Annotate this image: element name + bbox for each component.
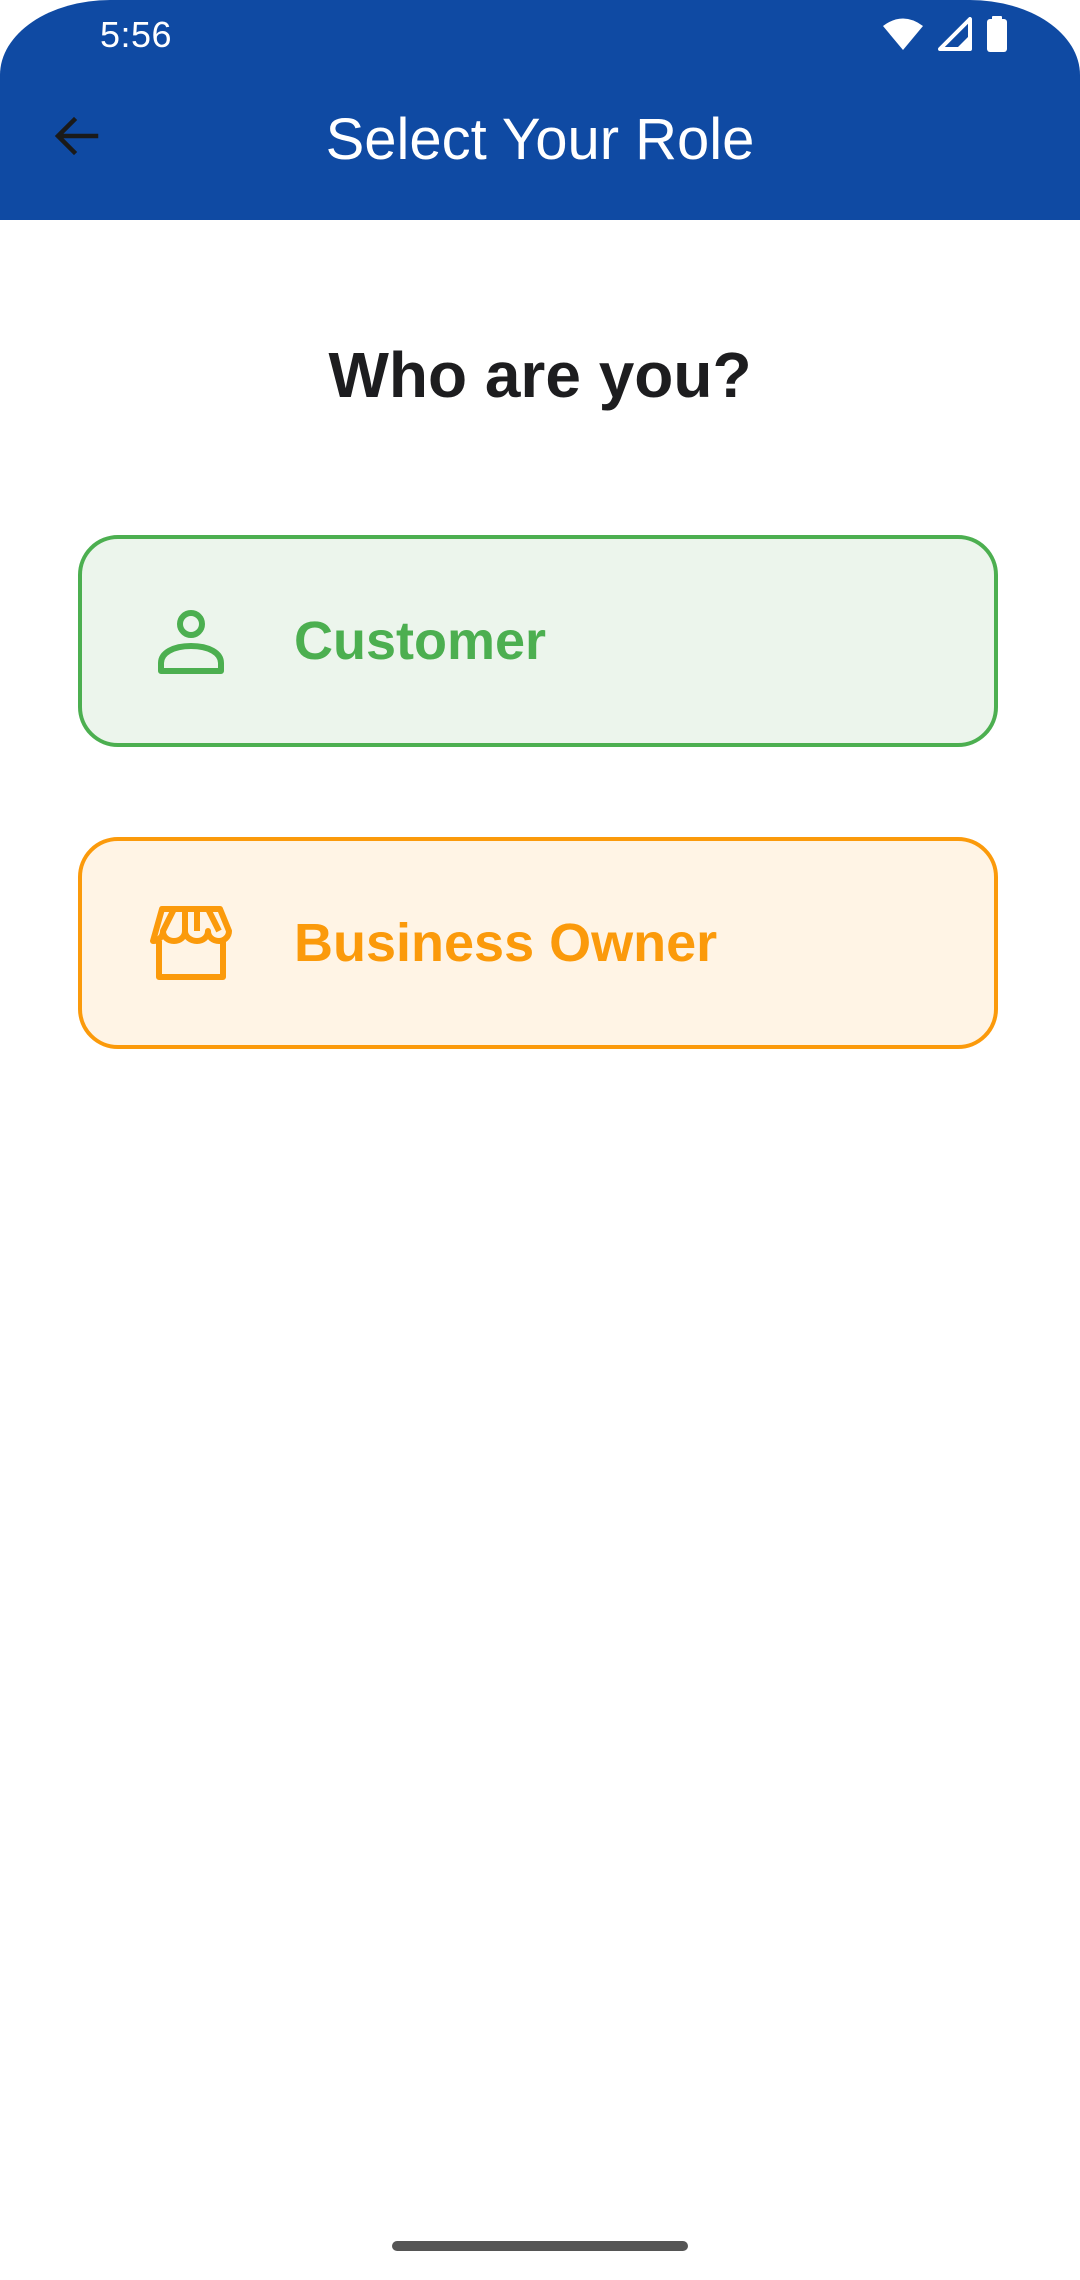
storefront-icon	[146, 898, 236, 988]
customer-role-label: Customer	[294, 611, 547, 671]
battery-icon	[986, 16, 1008, 52]
page-title: Select Your Role	[325, 107, 755, 172]
person-icon	[146, 596, 236, 686]
status-icons	[882, 16, 1008, 52]
home-indicator[interactable]	[392, 2241, 688, 2251]
business-owner-role-label: Business Owner	[294, 913, 718, 973]
wifi-icon	[882, 17, 924, 51]
status-time: 5:56	[100, 14, 173, 55]
role-question-heading: Who are you?	[328, 339, 752, 411]
cellular-signal-icon	[938, 17, 972, 51]
customer-role-button[interactable]: Customer	[78, 535, 998, 747]
role-selection-screen: 5:56 Select Your Role Who are you? Custo…	[0, 0, 1080, 2280]
business-owner-role-button[interactable]: Business Owner	[78, 837, 998, 1049]
app-bar: 5:56 Select Your Role	[0, 0, 1080, 220]
